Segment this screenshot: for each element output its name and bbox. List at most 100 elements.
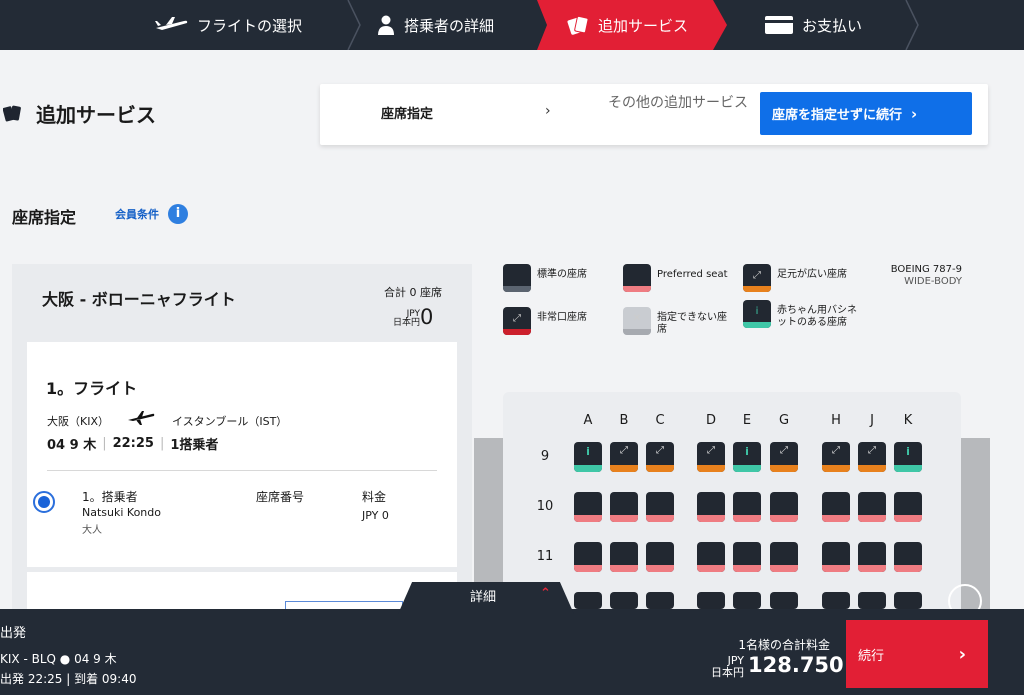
member-conditions-link[interactable]: 会員条件 <box>115 206 159 222</box>
route-title: 大阪 - ボローニャフライト <box>42 290 236 309</box>
seat-type-bar <box>697 565 725 572</box>
passenger-header: 1。搭乗者 <box>82 490 138 504</box>
chevron-up-icon[interactable]: ⌃ <box>540 586 551 601</box>
seat-11E[interactable] <box>733 542 761 572</box>
page-title: 追加サービス <box>36 103 156 127</box>
legend-label: 標準の座席 <box>537 269 587 280</box>
legend-label: 非常口座席 <box>537 312 587 323</box>
seat-type-bar <box>770 465 798 472</box>
seat-12E[interactable] <box>733 592 761 609</box>
seat-9E[interactable]: i <box>733 442 761 472</box>
aircraft-model: BOEING 787-9 <box>890 264 962 275</box>
seat-type-bar <box>733 465 761 472</box>
seat-10H[interactable] <box>822 492 850 522</box>
seat-11A[interactable] <box>574 542 602 572</box>
expand-icon: ⤢ <box>513 313 521 324</box>
legend-seat-swatch: i <box>743 300 771 328</box>
seat-type-bar <box>858 565 886 572</box>
currency-name: 日本円 <box>711 666 744 679</box>
step-passenger-details[interactable]: 搭乗者の詳細 <box>377 0 494 50</box>
seat-12K[interactable] <box>894 592 922 609</box>
seat-10G[interactable] <box>770 492 798 522</box>
progress-steps-bar: フライトの選択 搭乗者の詳細 追加サービス お支払い <box>0 0 1024 50</box>
step-payment[interactable]: お支払い <box>765 0 862 50</box>
seat-type-bar <box>858 515 886 522</box>
seat-9C[interactable]: ⤢ <box>646 442 674 472</box>
continue-without-seat-button[interactable]: 座席を指定せずに続行 › <box>760 92 972 135</box>
seat-12G[interactable] <box>770 592 798 609</box>
seat-9J[interactable]: ⤢ <box>858 442 886 472</box>
continue-button[interactable]: 続行 › <box>846 620 988 688</box>
details-label: 詳細 <box>470 590 497 605</box>
bassinet-icon: i <box>745 445 749 458</box>
seat-12H[interactable] <box>822 592 850 609</box>
legend-seat-swatch: ⤢ <box>503 307 531 335</box>
seat-column-label: J <box>870 413 874 428</box>
seat-11C[interactable] <box>646 542 674 572</box>
seat-9A[interactable]: i <box>574 442 602 472</box>
seat-11H[interactable] <box>822 542 850 572</box>
seat-10B[interactable] <box>610 492 638 522</box>
seat-11D[interactable] <box>697 542 725 572</box>
seat-12D[interactable] <box>697 592 725 609</box>
seat-10J[interactable] <box>858 492 886 522</box>
seat-12C[interactable] <box>646 592 674 609</box>
seat-12J[interactable] <box>858 592 886 609</box>
seat-11G[interactable] <box>770 542 798 572</box>
service-tabs-card: 座席指定 › その他の追加サービス 座席を指定せずに続行 › <box>320 84 988 145</box>
seat-10E[interactable] <box>733 492 761 522</box>
step-divider <box>905 0 919 50</box>
info-icon[interactable]: i <box>168 204 188 224</box>
seat-type-bar <box>822 515 850 522</box>
tab-seat-selection[interactable]: 座席指定 <box>381 103 433 122</box>
currency-label: JPY 日本円 <box>700 655 744 679</box>
seat-11J[interactable] <box>858 542 886 572</box>
seat-9G[interactable]: ⤢ <box>770 442 798 472</box>
seat-type-bar <box>574 515 602 522</box>
seat-12B[interactable] <box>610 592 638 609</box>
seat-type-bar <box>894 565 922 572</box>
seat-type-bar <box>743 322 771 328</box>
seat-9H[interactable]: ⤢ <box>822 442 850 472</box>
seat-11K[interactable] <box>894 542 922 572</box>
seat-column-label: E <box>742 413 752 428</box>
seat-type-bar <box>503 329 531 335</box>
passenger-count: 1搭乗者 <box>170 438 219 453</box>
seat-type-bar <box>646 465 674 472</box>
seat-12A[interactable] <box>574 592 602 609</box>
step-label: お支払い <box>802 16 863 35</box>
step-additional-services[interactable]: 追加サービス <box>567 0 688 50</box>
seat-type-bar <box>623 329 651 335</box>
seat-9D[interactable]: ⤢ <box>697 442 725 472</box>
step-label: 搭乗者の詳細 <box>404 16 495 35</box>
seat-type-bar <box>743 286 771 292</box>
departure-date: 04 9 木 <box>74 652 117 666</box>
section-title: 座席指定 <box>12 208 77 227</box>
passenger-radio[interactable] <box>33 491 55 513</box>
departure-label: 出発 <box>0 626 27 641</box>
seat-type-bar <box>894 465 922 472</box>
seat-row-label: 9 <box>540 449 550 464</box>
expand-icon: ⤢ <box>656 445 664 456</box>
flight-date: 04 9 木 <box>47 438 97 453</box>
expand-icon: ⤢ <box>780 445 788 456</box>
step-divider <box>347 0 361 50</box>
seat-9B[interactable]: ⤢ <box>610 442 638 472</box>
seat-10C[interactable] <box>646 492 674 522</box>
destination-city: イスタンブール（IST） <box>172 415 288 428</box>
step-flight-selection[interactable]: フライトの選択 <box>154 0 302 50</box>
seat-column-label: B <box>619 413 629 428</box>
seat-11B[interactable] <box>610 542 638 572</box>
step-label: 追加サービス <box>598 16 689 35</box>
seat-10K[interactable] <box>894 492 922 522</box>
legend-item-preferred: Preferred seat <box>623 264 731 292</box>
seat-column-label: A <box>583 413 593 428</box>
seat-10D[interactable] <box>697 492 725 522</box>
seat-column-label: G <box>778 413 790 428</box>
seat-10A[interactable] <box>574 492 602 522</box>
cards-icon <box>2 104 25 128</box>
tab-other-services[interactable]: その他の追加サービス <box>608 93 748 113</box>
bassinet-icon: i <box>906 445 910 458</box>
seat-9K[interactable]: i <box>894 442 922 472</box>
seat-type-bar <box>822 465 850 472</box>
